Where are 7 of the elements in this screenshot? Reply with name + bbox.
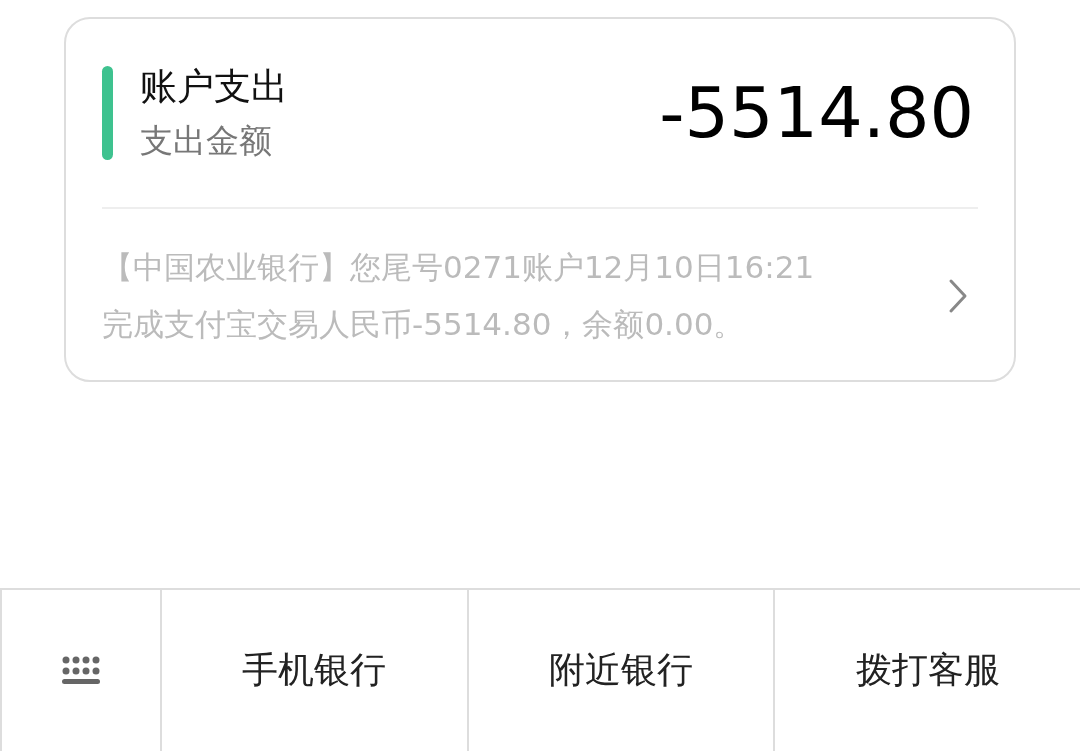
card-subtitle: 支出金额 (140, 121, 273, 161)
amount: -5514.80 (659, 72, 974, 154)
message-card[interactable]: 账户支出 支出金额 -5514.80 【中国农业银行】您尾号0271账户12月10日16:21 完成支付宝交易人民币-5514.80，余额0.00。 (64, 17, 1016, 382)
keyboard-icon[interactable] (62, 655, 100, 686)
sms-message: 【中国农业银行】您尾号0271账户12月10日16:21 完成支付宝交易人民币-5514.80，余额0.00。 (102, 248, 816, 344)
chevron-icon[interactable] (948, 278, 968, 314)
card-title: 账户支出 (140, 65, 289, 109)
